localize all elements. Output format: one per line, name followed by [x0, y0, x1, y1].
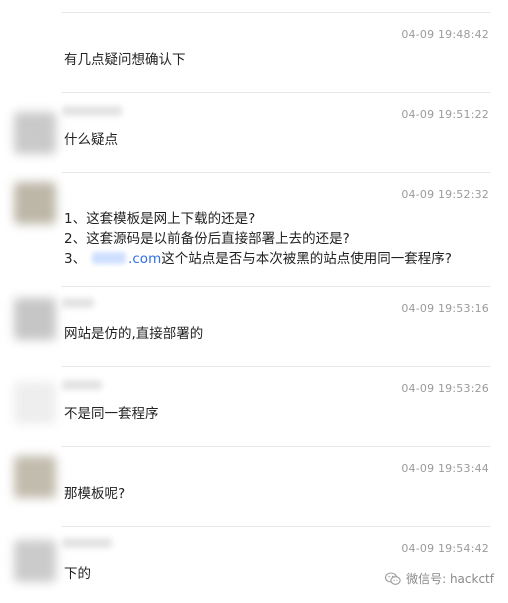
redacted-domain [92, 252, 127, 264]
wechat-icon [385, 571, 401, 586]
message-divider [62, 526, 490, 527]
message-text: 什么疑点 [64, 130, 118, 150]
domain-link[interactable]: .com [128, 251, 161, 267]
message-line: 网站是仿的,直接部署的 [64, 326, 204, 342]
avatar [14, 298, 56, 340]
message-timestamp: 04-09 19:52:32 [401, 188, 489, 201]
message-text: 不是同一套程序 [64, 404, 159, 424]
message-timestamp: 04-09 19:53:16 [401, 302, 489, 315]
chat-history: 04-09 19:48:42 有几点疑问想确认下 04-09 19:51:22 … [0, 0, 508, 603]
avatar [14, 540, 56, 582]
sender-name [62, 106, 122, 116]
message-line: 有几点疑问想确认下 [64, 52, 186, 68]
line-prefix: 3、 [64, 251, 87, 267]
message-divider [62, 92, 490, 93]
message-text: 下的 [64, 564, 91, 584]
message-divider [62, 172, 490, 173]
message-text: 1、这套模板是网上下载的还是? 2、这套源码是以前备份后直接部署上去的还是? 3… [64, 209, 452, 269]
message-text: 那模板呢? [64, 484, 125, 504]
message-line: 3、 .com这个站点是否与本次被黑的站点使用同一套程序? [64, 249, 452, 269]
message-item: 04-09 19:54:42 下的 [0, 526, 508, 603]
message-timestamp: 04-09 19:51:22 [401, 108, 489, 121]
message-divider [62, 12, 490, 13]
message-item: 04-09 19:53:26 不是同一套程序 [0, 366, 508, 436]
sender-name [62, 538, 112, 548]
message-divider [62, 446, 490, 447]
message-text: 有几点疑问想确认下 [64, 50, 186, 70]
message-item: 04-09 19:48:42 有几点疑问想确认下 [0, 12, 508, 82]
message-divider [62, 366, 490, 367]
avatar [14, 382, 56, 424]
message-item: 04-09 19:52:32 1、这套模板是网上下载的还是? 2、这套源码是以前… [0, 172, 508, 282]
avatar [14, 112, 56, 154]
message-line: 那模板呢? [64, 486, 126, 502]
message-line: 不是同一套程序 [64, 406, 159, 422]
message-text: 网站是仿的,直接部署的 [64, 324, 203, 344]
message-timestamp: 04-09 19:54:42 [401, 542, 489, 555]
message-line: 1、这套模板是网上下载的还是? [64, 211, 256, 227]
message-timestamp: 04-09 19:48:42 [401, 28, 489, 41]
message-line: 2、这套源码是以前备份后直接部署上去的还是? [64, 231, 350, 247]
avatar [14, 456, 56, 498]
message-item: 04-09 19:51:22 什么疑点 [0, 92, 508, 162]
message-line: 下的 [64, 566, 91, 582]
avatar [14, 182, 56, 224]
message-divider [62, 286, 490, 287]
sender-name [62, 298, 94, 308]
message-item: 04-09 19:53:44 那模板呢? [0, 446, 508, 516]
sender-name [62, 380, 102, 390]
message-line: 什么疑点 [64, 132, 118, 148]
message-item: 04-09 19:53:16 网站是仿的,直接部署的 [0, 286, 508, 356]
message-timestamp: 04-09 19:53:44 [401, 462, 489, 475]
message-timestamp: 04-09 19:53:26 [401, 382, 489, 395]
line-rest: 这个站点是否与本次被黑的站点使用同一套程序? [161, 251, 452, 267]
watermark-text: 微信号: hackctf [406, 572, 494, 586]
watermark: 微信号: hackctf [385, 570, 494, 587]
